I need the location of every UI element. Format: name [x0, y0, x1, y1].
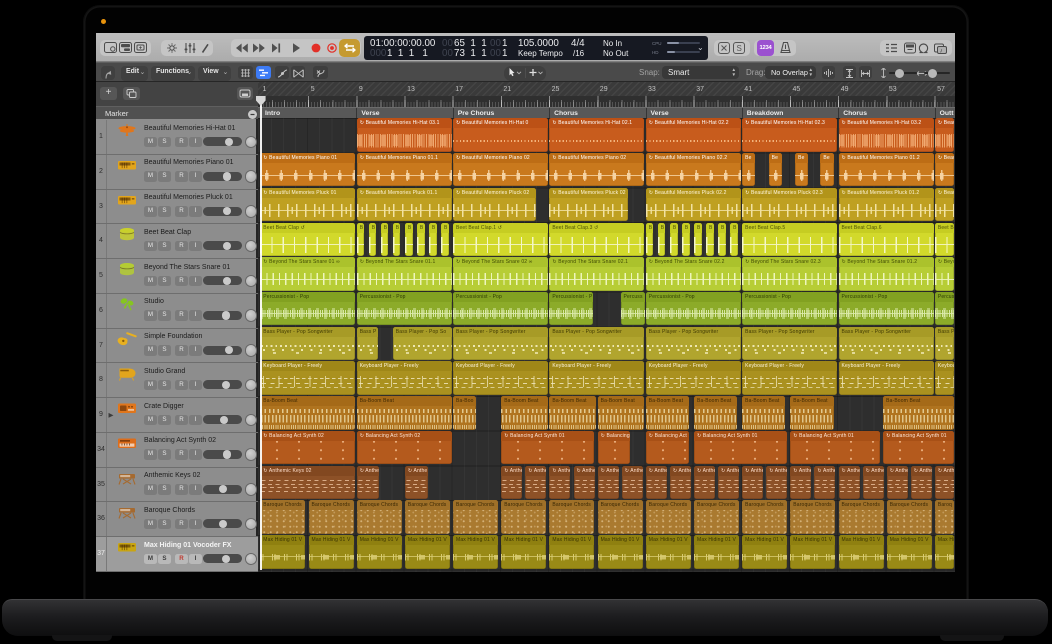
svg-text:S: S	[737, 44, 742, 53]
svg-text:♪: ♪	[940, 48, 943, 55]
